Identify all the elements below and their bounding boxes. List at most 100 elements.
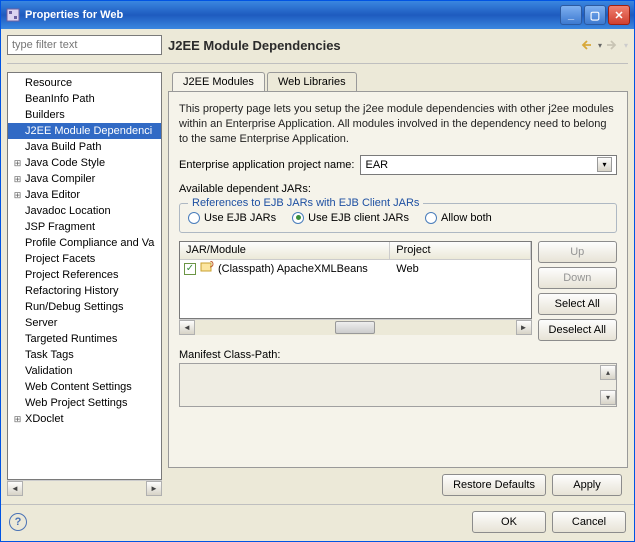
tree-item[interactable]: J2EE Module Dependenci	[8, 123, 161, 139]
scroll-up-button[interactable]: ▴	[600, 365, 616, 380]
cancel-button[interactable]: Cancel	[552, 511, 626, 533]
tree-item[interactable]: Project References	[8, 267, 161, 283]
description-text: This property page lets you setup the j2…	[179, 102, 617, 147]
scroll-right-button[interactable]: ►	[516, 320, 532, 335]
tree-item[interactable]: ⊞XDoclet	[8, 411, 161, 427]
tree-item-label: Java Compiler	[25, 173, 95, 185]
minimize-button[interactable]: _	[560, 5, 582, 25]
separator	[7, 63, 628, 64]
tree-item-label: Validation	[25, 365, 73, 377]
grid-scrollbar[interactable]: ◄ ►	[179, 319, 532, 335]
tree-item-label: Task Tags	[25, 349, 74, 361]
dropdown-icon[interactable]: ▾	[598, 41, 602, 50]
tree-item-label: Java Code Style	[25, 157, 105, 169]
deselect-all-button[interactable]: Deselect All	[538, 319, 617, 341]
project-name-select[interactable]: EAR ▾	[360, 155, 617, 175]
tree-item-label: Run/Debug Settings	[25, 301, 123, 313]
tree-item[interactable]: Profile Compliance and Va	[8, 235, 161, 251]
maximize-button[interactable]: ▢	[584, 5, 606, 25]
tree-item[interactable]: Targeted Runtimes	[8, 331, 161, 347]
tree-item-label: Java Build Path	[25, 141, 101, 153]
tab-content: This property page lets you setup the j2…	[168, 91, 628, 468]
window-title: Properties for Web	[25, 9, 558, 21]
up-button[interactable]: Up	[538, 241, 617, 263]
tree-item-label: Web Project Settings	[25, 397, 128, 409]
separator	[1, 504, 634, 505]
forward-button[interactable]	[604, 36, 622, 54]
apply-button[interactable]: Apply	[552, 474, 622, 496]
radio-use-ejb-jars[interactable]: Use EJB JARs	[188, 212, 276, 224]
select-all-button[interactable]: Select All	[538, 293, 617, 315]
tree-item-label: XDoclet	[25, 413, 64, 425]
tree-item-label: Project Facets	[25, 253, 95, 265]
help-button[interactable]: ?	[9, 513, 27, 531]
row-jar-name: (Classpath) ApacheXMLBeans	[218, 263, 368, 275]
tree-item[interactable]: ⊞Java Editor	[8, 187, 161, 203]
tree-item[interactable]: Server	[8, 315, 161, 331]
tree-item[interactable]: Java Build Path	[8, 139, 161, 155]
tree-item-label: Java Editor	[25, 189, 80, 201]
scroll-down-button[interactable]: ▾	[600, 390, 616, 405]
col-project[interactable]: Project	[390, 242, 530, 259]
row-project: Web	[390, 263, 530, 275]
available-jars-label: Available dependent JARs:	[179, 183, 617, 195]
ok-button[interactable]: OK	[472, 511, 546, 533]
nav-buttons: ▾ ▾	[578, 36, 628, 54]
radio-use-ejb-client-jars[interactable]: Use EJB client JARs	[292, 212, 409, 224]
tree-item[interactable]: BeanInfo Path	[8, 91, 161, 107]
chevron-down-icon: ▾	[597, 157, 612, 172]
back-button[interactable]	[578, 36, 596, 54]
tree-item[interactable]: Javadoc Location	[8, 203, 161, 219]
page-heading: J2EE Module Dependencies	[168, 38, 578, 53]
tree-item-label: Web Content Settings	[25, 381, 132, 393]
tree-item[interactable]: ⊞Java Code Style	[8, 155, 161, 171]
tree-item-label: Javadoc Location	[25, 205, 111, 217]
tree-item-label: BeanInfo Path	[25, 93, 95, 105]
scroll-right-button[interactable]: ►	[146, 481, 162, 496]
tree-item-label: Resource	[25, 77, 72, 89]
project-name-value: EAR	[365, 159, 388, 171]
filter-input[interactable]	[7, 35, 162, 55]
tree-item[interactable]: Refactoring History	[8, 283, 161, 299]
tree-item-label: Refactoring History	[25, 285, 119, 297]
tree-item[interactable]: Project Facets	[8, 251, 161, 267]
col-jar-module[interactable]: JAR/Module	[180, 242, 390, 259]
ejb-references-group: References to EJB JARs with EJB Client J…	[179, 203, 617, 233]
dependencies-table[interactable]: JAR/Module Project ✓ (Classpath) ApacheX…	[179, 241, 532, 319]
tab-bar: J2EE Modules Web Libraries	[168, 72, 628, 92]
scroll-left-button[interactable]: ◄	[179, 320, 195, 335]
scrollbar-thumb[interactable]	[335, 321, 375, 334]
down-button[interactable]: Down	[538, 267, 617, 289]
manifest-label: Manifest Class-Path:	[179, 349, 617, 361]
tree-item[interactable]: Builders	[8, 107, 161, 123]
tree-item[interactable]: Web Project Settings	[8, 395, 161, 411]
dialog-body: J2EE Module Dependencies ▾ ▾ Resource Bea…	[1, 29, 634, 502]
tree-scrollbar[interactable]: ◄ ►	[7, 480, 162, 496]
titlebar[interactable]: Properties for Web _ ▢ ✕	[1, 1, 634, 29]
dropdown-icon[interactable]: ▾	[624, 41, 628, 50]
tree-item[interactable]: JSP Fragment	[8, 219, 161, 235]
table-row[interactable]: ✓ (Classpath) ApacheXMLBeans Web	[180, 260, 531, 278]
row-checkbox[interactable]: ✓	[184, 263, 196, 275]
manifest-classpath-field[interactable]: ▴ ▾	[179, 363, 617, 407]
category-tree[interactable]: Resource BeanInfo Path BuildersJ2EE Module…	[7, 72, 162, 480]
tree-item[interactable]: Run/Debug Settings	[8, 299, 161, 315]
tree-item-label: Profile Compliance and Va	[25, 237, 154, 249]
tree-item-label: Targeted Runtimes	[25, 333, 117, 345]
tree-item[interactable]: Validation	[8, 363, 161, 379]
tree-item[interactable]: Resource	[8, 75, 161, 91]
tab-j2ee-modules[interactable]: J2EE Modules	[172, 72, 265, 92]
tree-item-label: Project References	[25, 269, 119, 281]
tree-item-label: JSP Fragment	[25, 221, 95, 233]
tree-item-label: Server	[25, 317, 57, 329]
group-title: References to EJB JARs with EJB Client J…	[188, 197, 423, 209]
close-button[interactable]: ✕	[608, 5, 630, 25]
restore-defaults-button[interactable]: Restore Defaults	[442, 474, 546, 496]
tab-web-libraries[interactable]: Web Libraries	[267, 72, 357, 92]
scroll-left-button[interactable]: ◄	[7, 481, 23, 496]
tree-item[interactable]: Web Content Settings	[8, 379, 161, 395]
tree-item[interactable]: ⊞Java Compiler	[8, 171, 161, 187]
project-name-label: Enterprise application project name:	[179, 159, 354, 171]
radio-allow-both[interactable]: Allow both	[425, 212, 492, 224]
tree-item[interactable]: Task Tags	[8, 347, 161, 363]
